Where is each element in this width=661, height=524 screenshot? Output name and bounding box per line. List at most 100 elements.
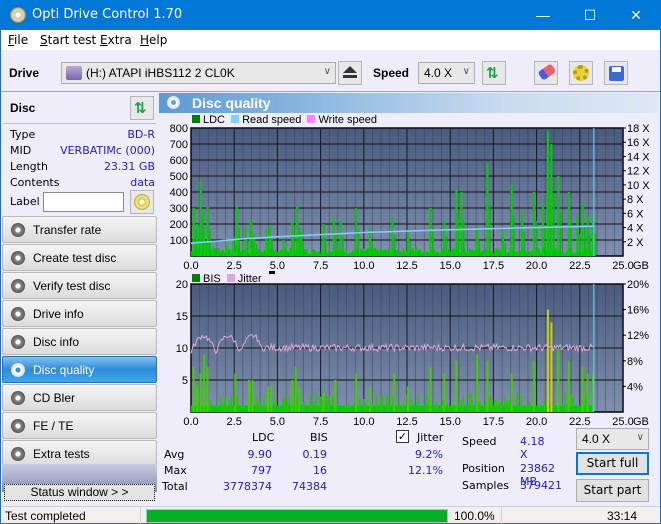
bis-bar [379,397,382,412]
nav-fe-te[interactable]: FE / TE [2,412,157,439]
ldc-bar [235,206,238,256]
ldc-bar [559,212,562,256]
y-tick-label: 400 [170,187,188,199]
menu-file[interactable]: File [8,33,28,47]
x-tick-label: 10.0 [353,416,374,428]
refresh-icon: ⇅ [486,65,499,82]
ldc-bar [523,231,526,256]
jitter-checkbox[interactable]: ✓ [396,430,409,443]
ldc-bar [576,216,579,256]
nav-label: Disc quality [33,363,95,377]
ldc-bar [557,176,560,256]
menu-help-key: H [140,33,150,47]
settings-button[interactable] [569,61,593,85]
label-disc-button[interactable] [130,190,154,214]
y2-tick-label: 18 X [627,123,650,135]
ldc-bar [339,220,342,256]
y2-tick-label: 6 X [627,208,644,220]
bis-bar [368,386,371,412]
ldc-bar [488,204,491,256]
x-tick-label: 7.5 [313,416,328,428]
x-axis-unit: GB [633,260,649,272]
disc-header: Disc [10,101,36,115]
ldc-bar [460,192,463,256]
nav-create-test-disc[interactable]: Create test disc [2,244,157,271]
ldc-bar [225,243,228,256]
x-tick-label: 10.0 [353,260,374,272]
ldc-bar [247,240,249,256]
bis-bar [508,400,510,412]
bis-bar [365,403,367,412]
eject-button[interactable] [338,61,362,85]
bis-bar [381,395,384,412]
status-window-button[interactable]: Status window > > [4,484,155,501]
disc-test-icon [11,307,25,321]
stats-col-bis: BIS [310,431,328,444]
menu-file-rest: ile [14,33,29,47]
bis-bar [586,373,589,412]
bis-bar [410,398,413,412]
bis-bar [452,404,454,412]
bis-bar [206,367,209,412]
nav-verify-test-disc[interactable]: Verify test disc [2,272,157,299]
nav-disc-info[interactable]: Disc info [2,328,157,355]
bis-bar [261,405,264,412]
y-tick-label: 500 [170,171,188,183]
nav-drive-info[interactable]: Drive info [2,300,157,327]
ldc-bar [504,242,507,256]
ldc-bar [463,220,465,256]
drive-select[interactable]: (H:) ATAPI iHBS112 2 CL0K ∨ [61,62,336,84]
label-input[interactable] [43,192,124,212]
disc-row-type: Type BD-R [10,128,155,144]
speed-stat-value: 4.18 X [520,435,545,461]
bis-bar [398,402,400,412]
refresh-button[interactable]: ⇅ [482,61,506,85]
menu-start-test[interactable]: Start test [40,33,96,47]
ldc-bar [445,236,448,256]
eject-icon [343,66,357,73]
bis-bar [224,395,226,412]
y2-tick-label: 12 X [627,166,650,178]
disc-refresh-button[interactable]: ⇅ [130,96,154,120]
bis-bar [479,401,481,412]
ldc-bar [228,248,230,256]
nav-cd-bler[interactable]: CD Bler [2,384,157,411]
close-button[interactable]: ✕ [613,0,659,30]
test-speed-select[interactable]: 4.0 X ∨ [576,428,649,450]
nav-label: Verify test disc [33,279,111,293]
ldc-bar [443,220,446,256]
ldc-bar [203,232,206,256]
erase-button[interactable] [534,61,558,85]
menu-extra[interactable]: Extra [100,33,132,47]
app-disc-icon [10,7,26,23]
start-part-button[interactable]: Start part [576,479,649,502]
bis-bar [273,398,276,412]
save-button[interactable] [604,61,628,85]
bis-bar [284,396,286,412]
nav-transfer-rate[interactable]: Transfer rate [2,216,157,243]
minimize-button[interactable]: — [520,0,566,30]
ldc-bar [407,230,409,256]
y-tick-label: 5 [182,375,188,387]
maximize-button[interactable]: ☐ [567,0,613,30]
nav-disc-quality[interactable]: Disc quality [2,356,157,383]
ldc-bar [249,219,252,256]
divider [140,507,141,524]
start-full-button[interactable]: Start full [576,452,649,475]
disc-key: Contents [10,176,60,189]
stats-total-ldc: 3778374 [223,480,272,493]
ldc-bar [594,233,596,256]
samples-value: 379421 [520,479,562,492]
nav-extra-tests[interactable]: Extra tests [2,440,157,467]
bis-bar [387,396,390,412]
x-tick-label: 0.0 [183,416,198,428]
bis-bar [539,405,541,412]
y2-tick-label: 8% [627,356,643,368]
y-tick-label: 700 [170,139,188,151]
menu-extra-rest: xtra [107,33,132,47]
x-axis-unit: GB [633,416,649,428]
speed-select[interactable]: 4.0 X ∨ [418,62,475,84]
y2-tick-label: 4% [627,381,643,393]
menu-help[interactable]: Help [140,33,167,47]
disc-key: MID [10,144,32,157]
